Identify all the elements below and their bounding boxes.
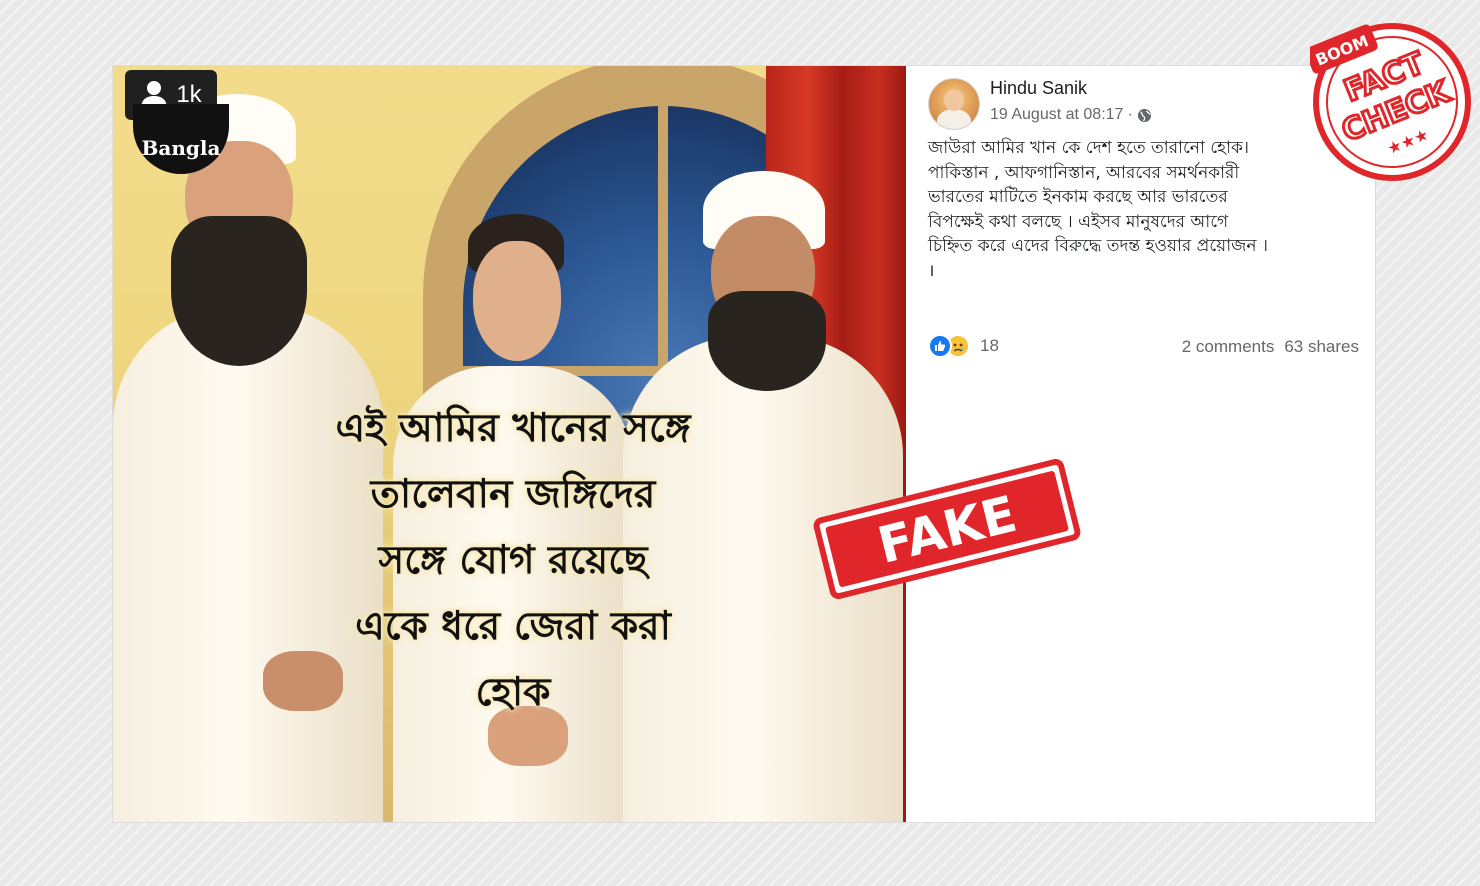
post-panel: Hindu Sanik 19 August at 08:17 · জাউরা আ…: [906, 66, 1375, 822]
overlay-line: এই আমির খানের সঙ্গে: [335, 406, 691, 451]
overlay-line: তালেবান জঙ্গিদের: [370, 472, 656, 517]
shares-count[interactable]: 63 shares: [1284, 337, 1359, 357]
author-avatar[interactable]: [928, 78, 980, 130]
facebook-post-screenshot: 1k Bangla এই আমির খানের সঙ্গে তালেবান জঙ…: [113, 66, 1375, 822]
reaction-count: 18: [980, 336, 999, 355]
overlay-line: একে ধরে জেরা করা: [355, 604, 671, 649]
author-name[interactable]: Hindu Sanik: [990, 78, 1087, 99]
overlay-line: সঙ্গে যোগ রয়েছে: [378, 538, 648, 583]
overlay-line: হোক: [475, 670, 551, 715]
image-overlay-text: এই আমির খানের সঙ্গে তালেবান জঙ্গিদের সঙ্…: [273, 396, 753, 726]
post-meta: 19 August at 08:17 ·: [990, 106, 1152, 124]
fact-check-stamp: BOOM FACT CHECK ★★★: [1310, 23, 1471, 181]
post-timestamp[interactable]: 19 August at 08:17: [990, 106, 1123, 124]
engagement-stats: 2 comments 63 shares: [1182, 337, 1359, 357]
comments-count[interactable]: 2 comments: [1182, 337, 1275, 357]
globe-icon[interactable]: [1137, 108, 1152, 123]
reaction-summary[interactable]: 18: [928, 334, 999, 358]
post-text: জাউরা আমির খান কে দেশ হতে তারানো হোক। পা…: [928, 138, 1268, 281]
like-icon: [928, 334, 952, 358]
meta-separator: ·: [1127, 106, 1133, 123]
post-photo[interactable]: 1k Bangla এই আমির খানের সঙ্গে তালেবান জঙ…: [113, 66, 906, 822]
